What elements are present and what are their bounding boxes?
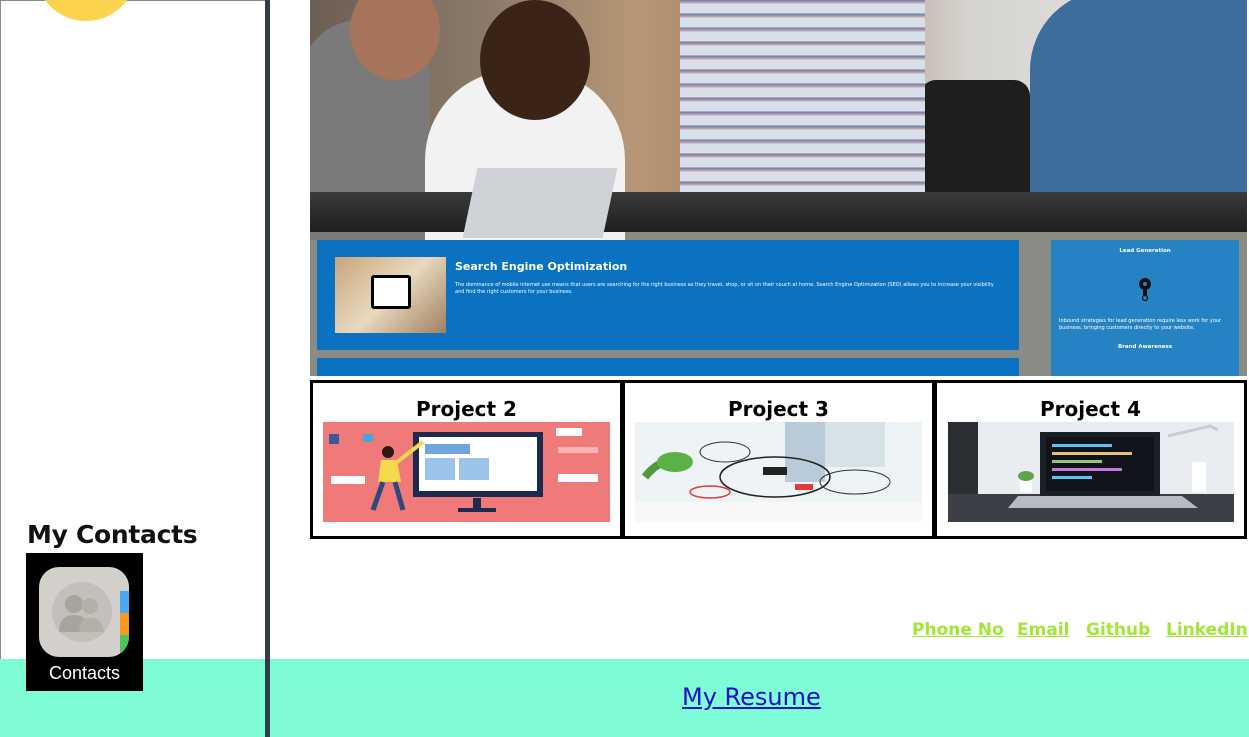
seo-thumbnail xyxy=(335,257,446,333)
tab-blue xyxy=(120,591,129,613)
lead-text: Inbound strategies for lead generation r… xyxy=(1059,318,1222,331)
linkedin-link[interactable]: LinkedIn xyxy=(1166,620,1248,640)
footer: My Resume xyxy=(0,659,1249,737)
seo-title: Search Engine Optimization xyxy=(455,260,628,273)
lightbulb-gear-icon xyxy=(1139,278,1151,302)
seo-panel-next xyxy=(317,358,1019,376)
contacts-heading: My Contacts xyxy=(27,520,198,549)
laptop-desk-illustration xyxy=(948,422,1234,522)
project-title: Project 3 xyxy=(728,397,829,421)
portfolio-page: My Contacts Search Engine Optimization T… xyxy=(0,0,1249,737)
project-title: Project 4 xyxy=(1040,397,1141,421)
seo-text: The dominance of mobile internet use mea… xyxy=(455,282,994,295)
meeting-table xyxy=(310,192,1247,232)
tab-orange xyxy=(120,613,129,635)
project-card-4[interactable]: Project 4 xyxy=(934,380,1247,539)
person-striped-shirt xyxy=(680,0,925,210)
resume-link[interactable]: My Resume xyxy=(682,683,821,711)
lead-title: Lead Generation xyxy=(1119,248,1171,254)
avatar xyxy=(35,0,137,21)
people-silhouette-icon xyxy=(52,582,112,642)
contacts-app-icon[interactable]: Contacts xyxy=(26,553,143,691)
person-woman-head xyxy=(480,0,590,120)
email-link[interactable]: Email xyxy=(1017,620,1069,640)
seo-card xyxy=(371,275,411,309)
team-meeting-photo xyxy=(310,0,1247,250)
project-3-image xyxy=(635,422,922,522)
tab-green xyxy=(120,635,129,657)
lead-generation-panel: Lead Generation Inbound strategies for l… xyxy=(1051,240,1239,376)
phone-link[interactable]: Phone No xyxy=(912,620,1004,640)
laptop xyxy=(462,168,618,238)
project-card-3[interactable]: Project 3 xyxy=(622,380,935,539)
project-2-image xyxy=(323,422,610,522)
brand-title: Brand Awareness xyxy=(1117,344,1173,350)
sidebar-divider xyxy=(265,0,270,737)
footer-divider xyxy=(265,659,270,737)
seo-panel: Search Engine Optimization The dominance… xyxy=(317,240,1019,350)
github-link[interactable]: Github xyxy=(1086,620,1150,640)
contacts-book-icon xyxy=(39,567,129,657)
project-4-image xyxy=(948,422,1234,522)
hero-image: Search Engine Optimization The dominance… xyxy=(310,0,1247,376)
project-card-2[interactable]: Project 2 xyxy=(310,380,623,539)
contacts-app-label: Contacts xyxy=(48,663,121,683)
marketing-diagram-illustration xyxy=(635,422,922,522)
web-design-illustration xyxy=(329,428,598,512)
project-title: Project 2 xyxy=(416,397,517,421)
